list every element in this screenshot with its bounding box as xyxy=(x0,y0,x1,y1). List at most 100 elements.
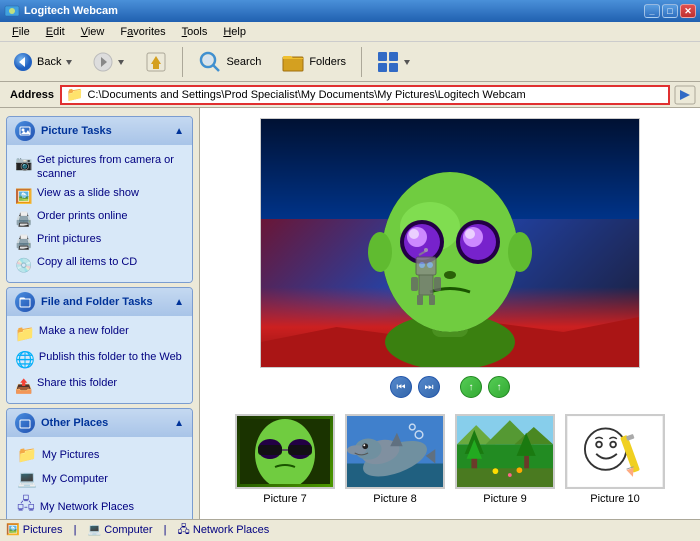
other-place-computer[interactable]: 💻 My Computer xyxy=(13,467,186,491)
picture-tasks-section: Picture Tasks ▲ 📷 Get pictures from came… xyxy=(6,116,193,283)
menu-favorites[interactable]: Favorites xyxy=(112,24,173,40)
minimize-button[interactable]: _ xyxy=(644,4,660,18)
task-get-pictures[interactable]: 📷 Get pictures from camera or scanner xyxy=(13,151,186,184)
task-copy-cd[interactable]: 💿 Copy all items to CD xyxy=(13,253,186,276)
up-button[interactable] xyxy=(136,46,176,78)
thumbnail-9[interactable]: Picture 9 xyxy=(455,414,555,505)
task-print-label: Print pictures xyxy=(37,232,101,246)
picture-tasks-header[interactable]: Picture Tasks ▲ xyxy=(7,117,192,145)
file-folder-tasks-icon xyxy=(15,292,35,312)
task-new-folder[interactable]: 📁 Make a new folder xyxy=(13,322,186,348)
folders-icon xyxy=(281,51,305,73)
folders-button[interactable]: Folders xyxy=(272,46,355,78)
task-new-folder-label: Make a new folder xyxy=(39,324,129,338)
zoom-out-button[interactable]: ↑ xyxy=(488,376,510,398)
other-places-header[interactable]: Other Places ▲ xyxy=(7,409,192,437)
address-input[interactable]: 📁 C:\Documents and Settings\Prod Special… xyxy=(60,85,670,105)
thumbnail-9-visual xyxy=(457,416,553,487)
status-sep1: | xyxy=(74,524,77,536)
thumbnails-row: Picture 7 xyxy=(235,414,665,505)
play-prev-button[interactable]: ⏮ xyxy=(390,376,412,398)
print-icon: 🖨️ xyxy=(15,233,33,251)
thumbnail-8[interactable]: Picture 8 xyxy=(345,414,445,505)
task-slideshow[interactable]: 🖼️ View as a slide show xyxy=(13,184,186,207)
file-folder-collapse[interactable]: ▲ xyxy=(174,297,184,308)
file-folder-tasks-title: File and Folder Tasks xyxy=(41,296,153,308)
thumbnail-7-img xyxy=(235,414,335,489)
other-place-pictures[interactable]: 📁 My Pictures xyxy=(13,443,186,467)
thumbnail-7-label: Picture 7 xyxy=(263,493,306,505)
title-bar: Logitech Webcam _ □ ✕ xyxy=(0,0,700,22)
task-print[interactable]: 🖨️ Print pictures xyxy=(13,230,186,253)
back-dropdown-icon xyxy=(65,58,73,66)
zoom-in-button[interactable]: ↑ xyxy=(460,376,482,398)
menu-help[interactable]: Help xyxy=(215,24,254,40)
order-prints-icon: 🖨️ xyxy=(15,210,33,228)
folders-label: Folders xyxy=(309,56,346,68)
status-text: 🖼️ Pictures | 💻 Computer | 🖧 Network Pla… xyxy=(6,521,269,540)
task-publish-web[interactable]: 🌐 Publish this folder to the Web xyxy=(13,348,186,374)
thumbnail-7[interactable]: Picture 7 xyxy=(235,414,335,505)
other-places-section: Other Places ▲ 📁 My Pictures 💻 My Comput… xyxy=(6,408,193,519)
main-content: Picture Tasks ▲ 📷 Get pictures from came… xyxy=(0,108,700,519)
address-folder-icon: 📁 xyxy=(66,86,83,103)
file-folder-tasks-header[interactable]: File and Folder Tasks ▲ xyxy=(7,288,192,316)
task-order-prints-label: Order prints online xyxy=(37,209,128,223)
status-pictures-label: Pictures xyxy=(23,524,63,536)
task-order-prints[interactable]: 🖨️ Order prints online xyxy=(13,207,186,230)
thumbnail-9-label: Picture 9 xyxy=(483,493,526,505)
menu-tools[interactable]: Tools xyxy=(174,24,216,40)
main-image xyxy=(261,119,639,367)
forward-button[interactable] xyxy=(84,47,134,77)
search-label: Search xyxy=(226,56,261,68)
robot-figure xyxy=(401,247,451,307)
task-publish-web-label: Publish this folder to the Web xyxy=(39,350,182,364)
window-controls: _ □ ✕ xyxy=(644,4,696,18)
address-path: C:\Documents and Settings\Prod Specialis… xyxy=(87,89,525,101)
status-network-label: Network Places xyxy=(193,524,269,536)
task-share-folder[interactable]: 📤 Share this folder xyxy=(13,374,186,397)
menu-file[interactable]: File xyxy=(4,24,38,40)
file-folder-tasks-section: File and Folder Tasks ▲ 📁 Make a new fol… xyxy=(6,287,193,404)
up-icon xyxy=(145,51,167,73)
my-pictures-icon: 📁 xyxy=(17,445,37,465)
view-button[interactable] xyxy=(368,46,420,78)
view-icon xyxy=(377,51,399,73)
status-network-icon: 🖧 xyxy=(178,524,190,536)
play-next-button[interactable]: ⏭ xyxy=(418,376,440,398)
search-button[interactable]: Search xyxy=(189,45,270,79)
camera-icon: 📷 xyxy=(15,154,33,172)
thumbnail-10-label: Picture 10 xyxy=(590,493,640,505)
playback-controls: ⏮ ⏭ ↑ ↑ xyxy=(390,376,510,398)
window-title: Logitech Webcam xyxy=(24,5,644,17)
my-computer-label: My Computer xyxy=(42,473,108,485)
close-button[interactable]: ✕ xyxy=(680,4,696,18)
task-share-folder-label: Share this folder xyxy=(37,376,117,390)
task-copy-cd-label: Copy all items to CD xyxy=(37,255,137,269)
menu-bar: File Edit View Favorites Tools Help xyxy=(0,22,700,42)
status-pictures-icon: 🖼️ xyxy=(6,524,20,536)
file-folder-tasks-header-left: File and Folder Tasks xyxy=(15,292,153,312)
other-place-network[interactable]: 🖧 My Network Places xyxy=(13,491,186,519)
picture-tasks-collapse[interactable]: ▲ xyxy=(174,126,184,137)
back-button[interactable]: Back xyxy=(4,47,82,77)
address-go-icon[interactable] xyxy=(674,85,696,105)
toolbar: Back Search Folders xyxy=(0,42,700,82)
thumbnail-10-img xyxy=(565,414,665,489)
picture-tasks-header-left: Picture Tasks xyxy=(15,121,112,141)
file-folder-tasks-body: 📁 Make a new folder 🌐 Publish this folde… xyxy=(7,316,192,403)
thumbnail-9-img xyxy=(455,414,555,489)
thumbnail-8-img xyxy=(345,414,445,489)
other-places-collapse[interactable]: ▲ xyxy=(174,418,184,429)
thumbnail-10[interactable]: Picture 10 xyxy=(565,414,665,505)
other-places-header-left: Other Places xyxy=(15,413,108,433)
left-panel: Picture Tasks ▲ 📷 Get pictures from came… xyxy=(0,108,200,519)
menu-view[interactable]: View xyxy=(73,24,113,40)
other-places-body: 📁 My Pictures 💻 My Computer 🖧 My Network… xyxy=(7,437,192,519)
window-icon xyxy=(4,3,20,19)
picture-tasks-title: Picture Tasks xyxy=(41,125,112,137)
publish-web-icon: 🌐 xyxy=(15,351,35,372)
network-places-icon: 🖧 xyxy=(17,493,35,519)
maximize-button[interactable]: □ xyxy=(662,4,678,18)
menu-edit[interactable]: Edit xyxy=(38,24,73,40)
